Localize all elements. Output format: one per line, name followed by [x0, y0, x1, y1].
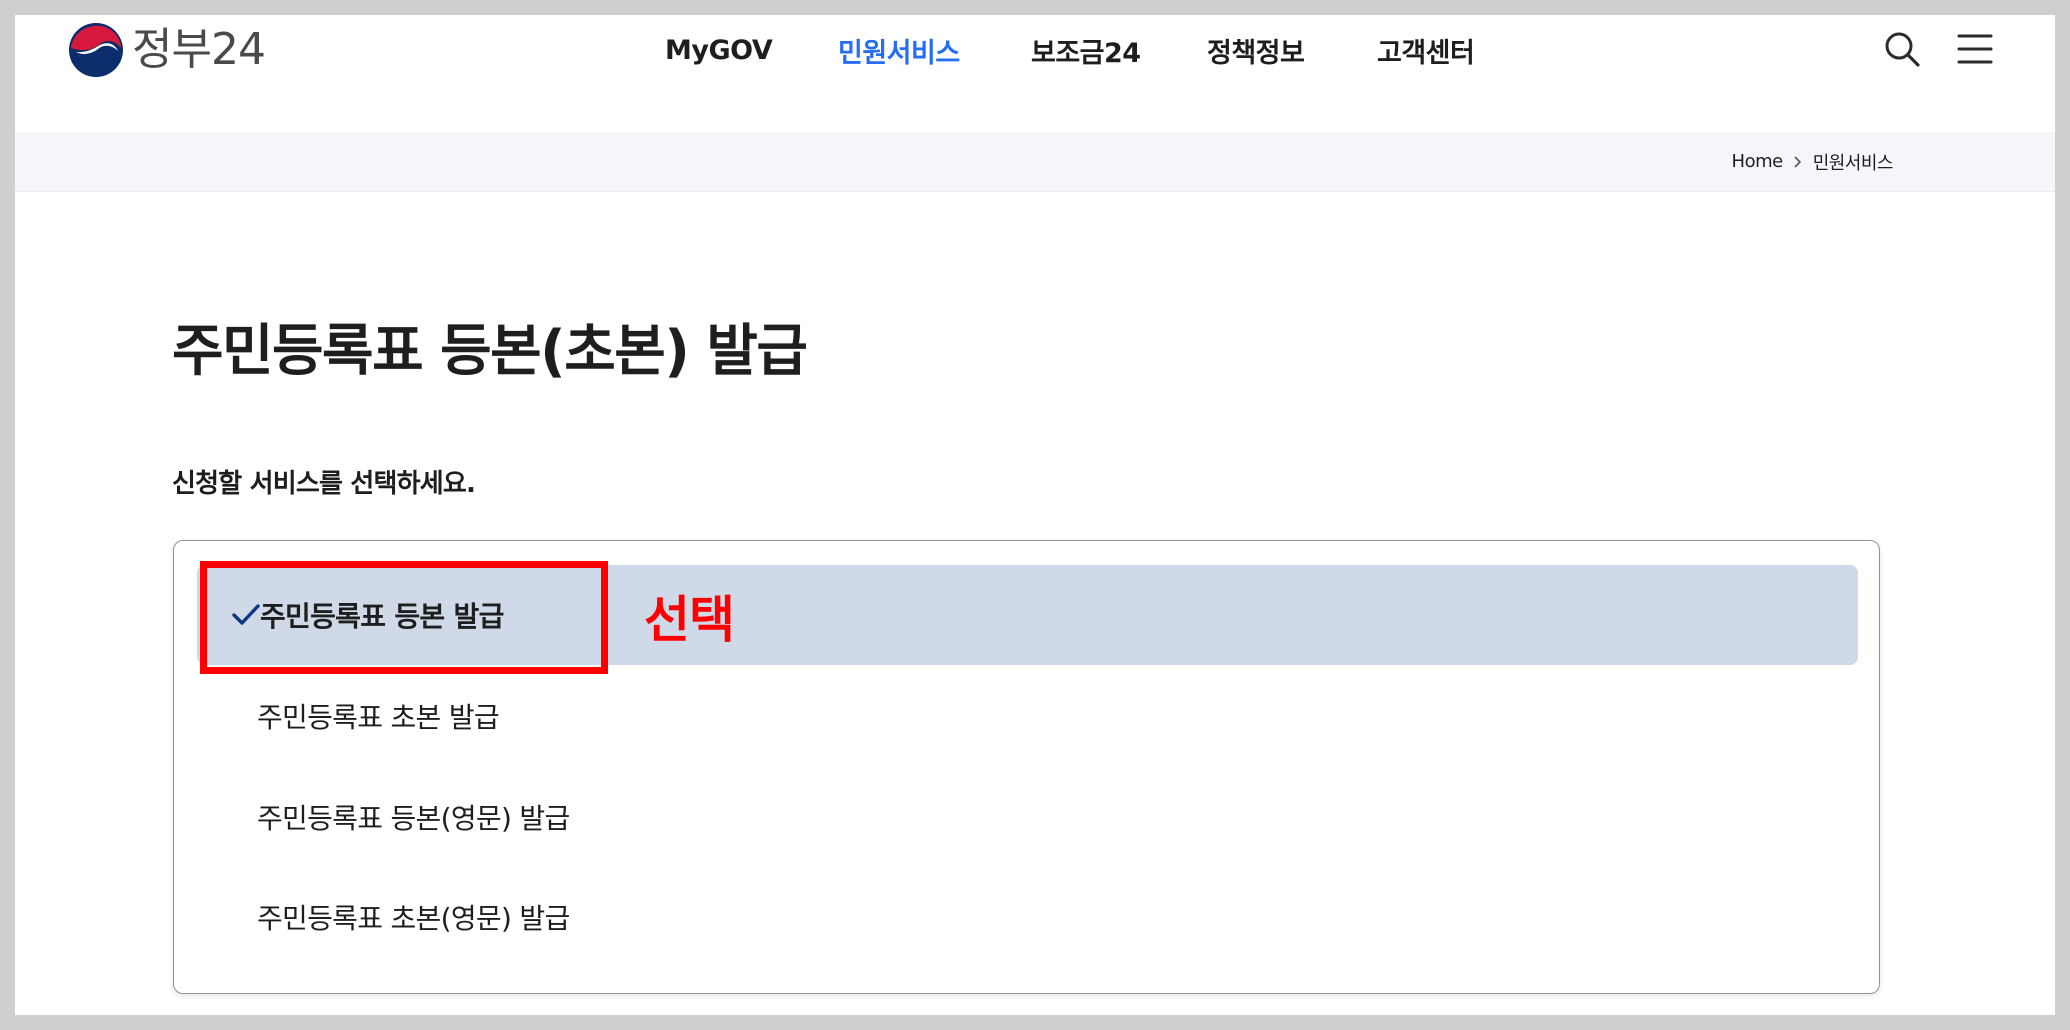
nav-item-civil-service[interactable]: 민원서비스: [838, 31, 1031, 70]
nav-item-mygov[interactable]: MyGOV: [665, 35, 838, 66]
search-icon: [1885, 32, 1920, 67]
breadcrumb-current[interactable]: 민원서비스: [1813, 149, 1894, 175]
nav-item-subsidy24[interactable]: 보조금24: [1031, 31, 1207, 70]
annotation-label: 선택: [644, 591, 735, 649]
service-option-list: 주민등록표 등본 발급 주민등록표 초본 발급 주민등록표 등본(영문) 발급 …: [173, 540, 1880, 994]
breadcrumb: Home 민원서비스: [1732, 132, 1894, 191]
breadcrumb-bar: Home 민원서비스: [15, 132, 2055, 192]
page-title: 주민등록표 등본(초본) 발급: [172, 319, 808, 384]
site-header: 정부24 MyGOV 민원서비스 보조금24 정책정보 고객센터: [15, 15, 2055, 133]
option-label: 주민등록표 초본 발급: [257, 701, 500, 734]
browser-viewport: 정부24 MyGOV 민원서비스 보조금24 정책정보 고객센터 Home 민원…: [15, 15, 2055, 1015]
menu-button[interactable]: [1955, 30, 1995, 68]
site-logo[interactable]: 정부24: [68, 20, 266, 80]
global-nav: MyGOV 민원서비스 보조금24 정책정보 고객센터: [665, 25, 1497, 75]
check-icon: [232, 604, 260, 625]
hamburger-menu-icon: [1957, 34, 1993, 64]
search-button[interactable]: [1883, 30, 1921, 68]
option-resident-abstract-english[interactable]: 주민등록표 초본(영문) 발급: [197, 867, 1858, 967]
taegeuk-logo-icon: [69, 23, 123, 77]
chevron-right-icon: [1794, 155, 1801, 168]
logo-text: 정부24: [132, 24, 266, 75]
option-resident-copy-english[interactable]: 주민등록표 등본(영문) 발급: [197, 767, 1858, 867]
option-label: 주민등록표 초본(영문) 발급: [257, 902, 570, 935]
option-resident-copy[interactable]: 주민등록표 등본 발급: [197, 565, 1858, 665]
nav-item-customer-center[interactable]: 고객센터: [1377, 31, 1497, 70]
nav-item-policy-info[interactable]: 정책정보: [1207, 31, 1377, 70]
breadcrumb-home[interactable]: Home: [1732, 151, 1784, 172]
option-resident-abstract[interactable]: 주민등록표 초본 발급: [197, 666, 1858, 766]
option-label: 주민등록표 등본(영문) 발급: [257, 802, 570, 835]
option-label: 주민등록표 등본 발급: [260, 600, 504, 633]
instruction-text: 신청할 서비스를 선택하세요.: [172, 469, 476, 499]
